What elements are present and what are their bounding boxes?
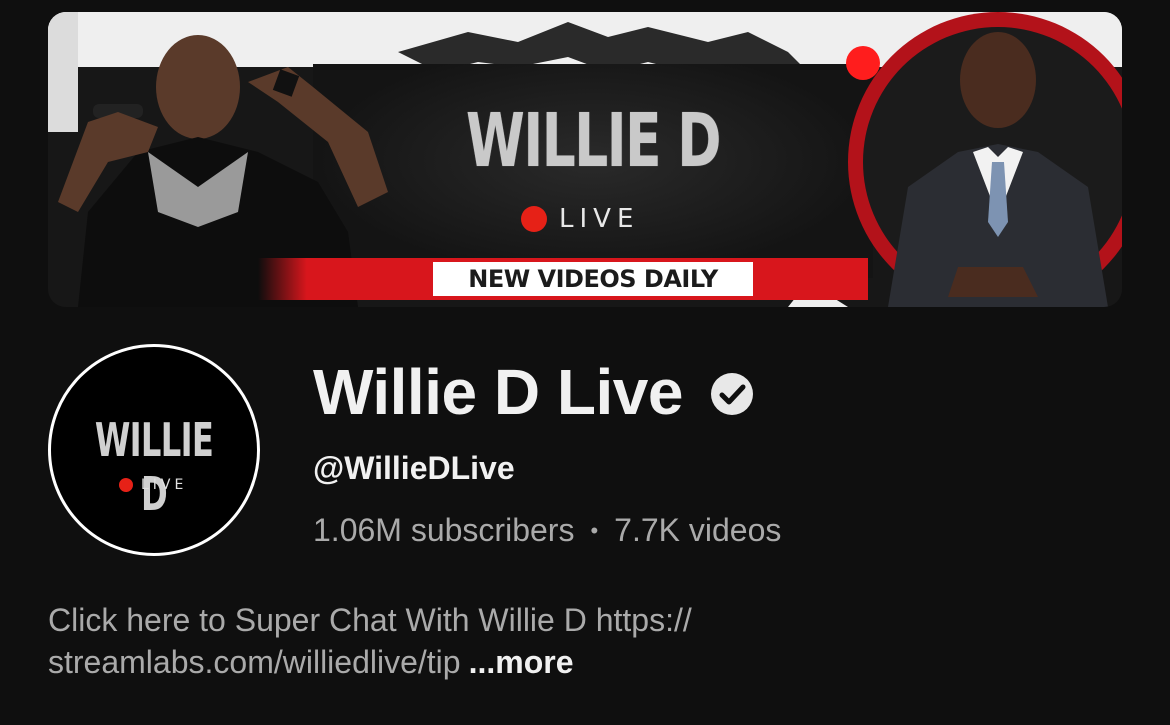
banner-tagline-strip: NEW VIDEOS DAILY xyxy=(258,258,868,300)
description-line-1: Click here to Super Chat With Willie D h… xyxy=(48,602,692,638)
avatar-live-label: LIVE xyxy=(141,477,188,493)
banner-live-indicator: LIVE xyxy=(521,204,639,234)
video-count: 7.7K videos xyxy=(614,512,782,548)
channel-stats: 1.06M subscribers • 7.7K videos xyxy=(313,512,781,549)
verified-check-icon[interactable] xyxy=(709,371,755,417)
channel-name: Willie D Live xyxy=(313,356,683,428)
subscriber-count: 1.06M subscribers xyxy=(313,512,575,548)
description-line-2-wrapper: streamlabs.com/williedlive/tip ...more xyxy=(48,641,1128,683)
channel-description[interactable]: Click here to Super Chat With Willie D h… xyxy=(48,599,1128,683)
live-dot-icon xyxy=(521,206,547,232)
banner-title: WILLIE D xyxy=(466,98,721,184)
channel-page: WILLIE D LIVE NEW VIDEOS DAILY WILLIE D … xyxy=(0,0,1170,725)
stats-separator: • xyxy=(590,517,599,543)
description-line-2: streamlabs.com/williedlive/tip xyxy=(48,644,461,680)
avatar-live-indicator: LIVE xyxy=(119,477,187,493)
avatar-title: WILLIE D xyxy=(94,413,214,521)
channel-avatar[interactable]: WILLIE D LIVE xyxy=(48,344,260,556)
banner-live-label: LIVE xyxy=(559,204,640,234)
red-dot-decoration xyxy=(846,46,880,80)
banner-tagline: NEW VIDEOS DAILY xyxy=(433,262,753,296)
channel-banner: WILLIE D LIVE NEW VIDEOS DAILY xyxy=(48,12,1122,307)
channel-handle: @WillieDLive xyxy=(313,450,515,486)
more-button[interactable]: ...more xyxy=(469,644,574,680)
channel-name-row: Willie D Live xyxy=(313,352,755,432)
live-dot-icon xyxy=(119,478,133,492)
